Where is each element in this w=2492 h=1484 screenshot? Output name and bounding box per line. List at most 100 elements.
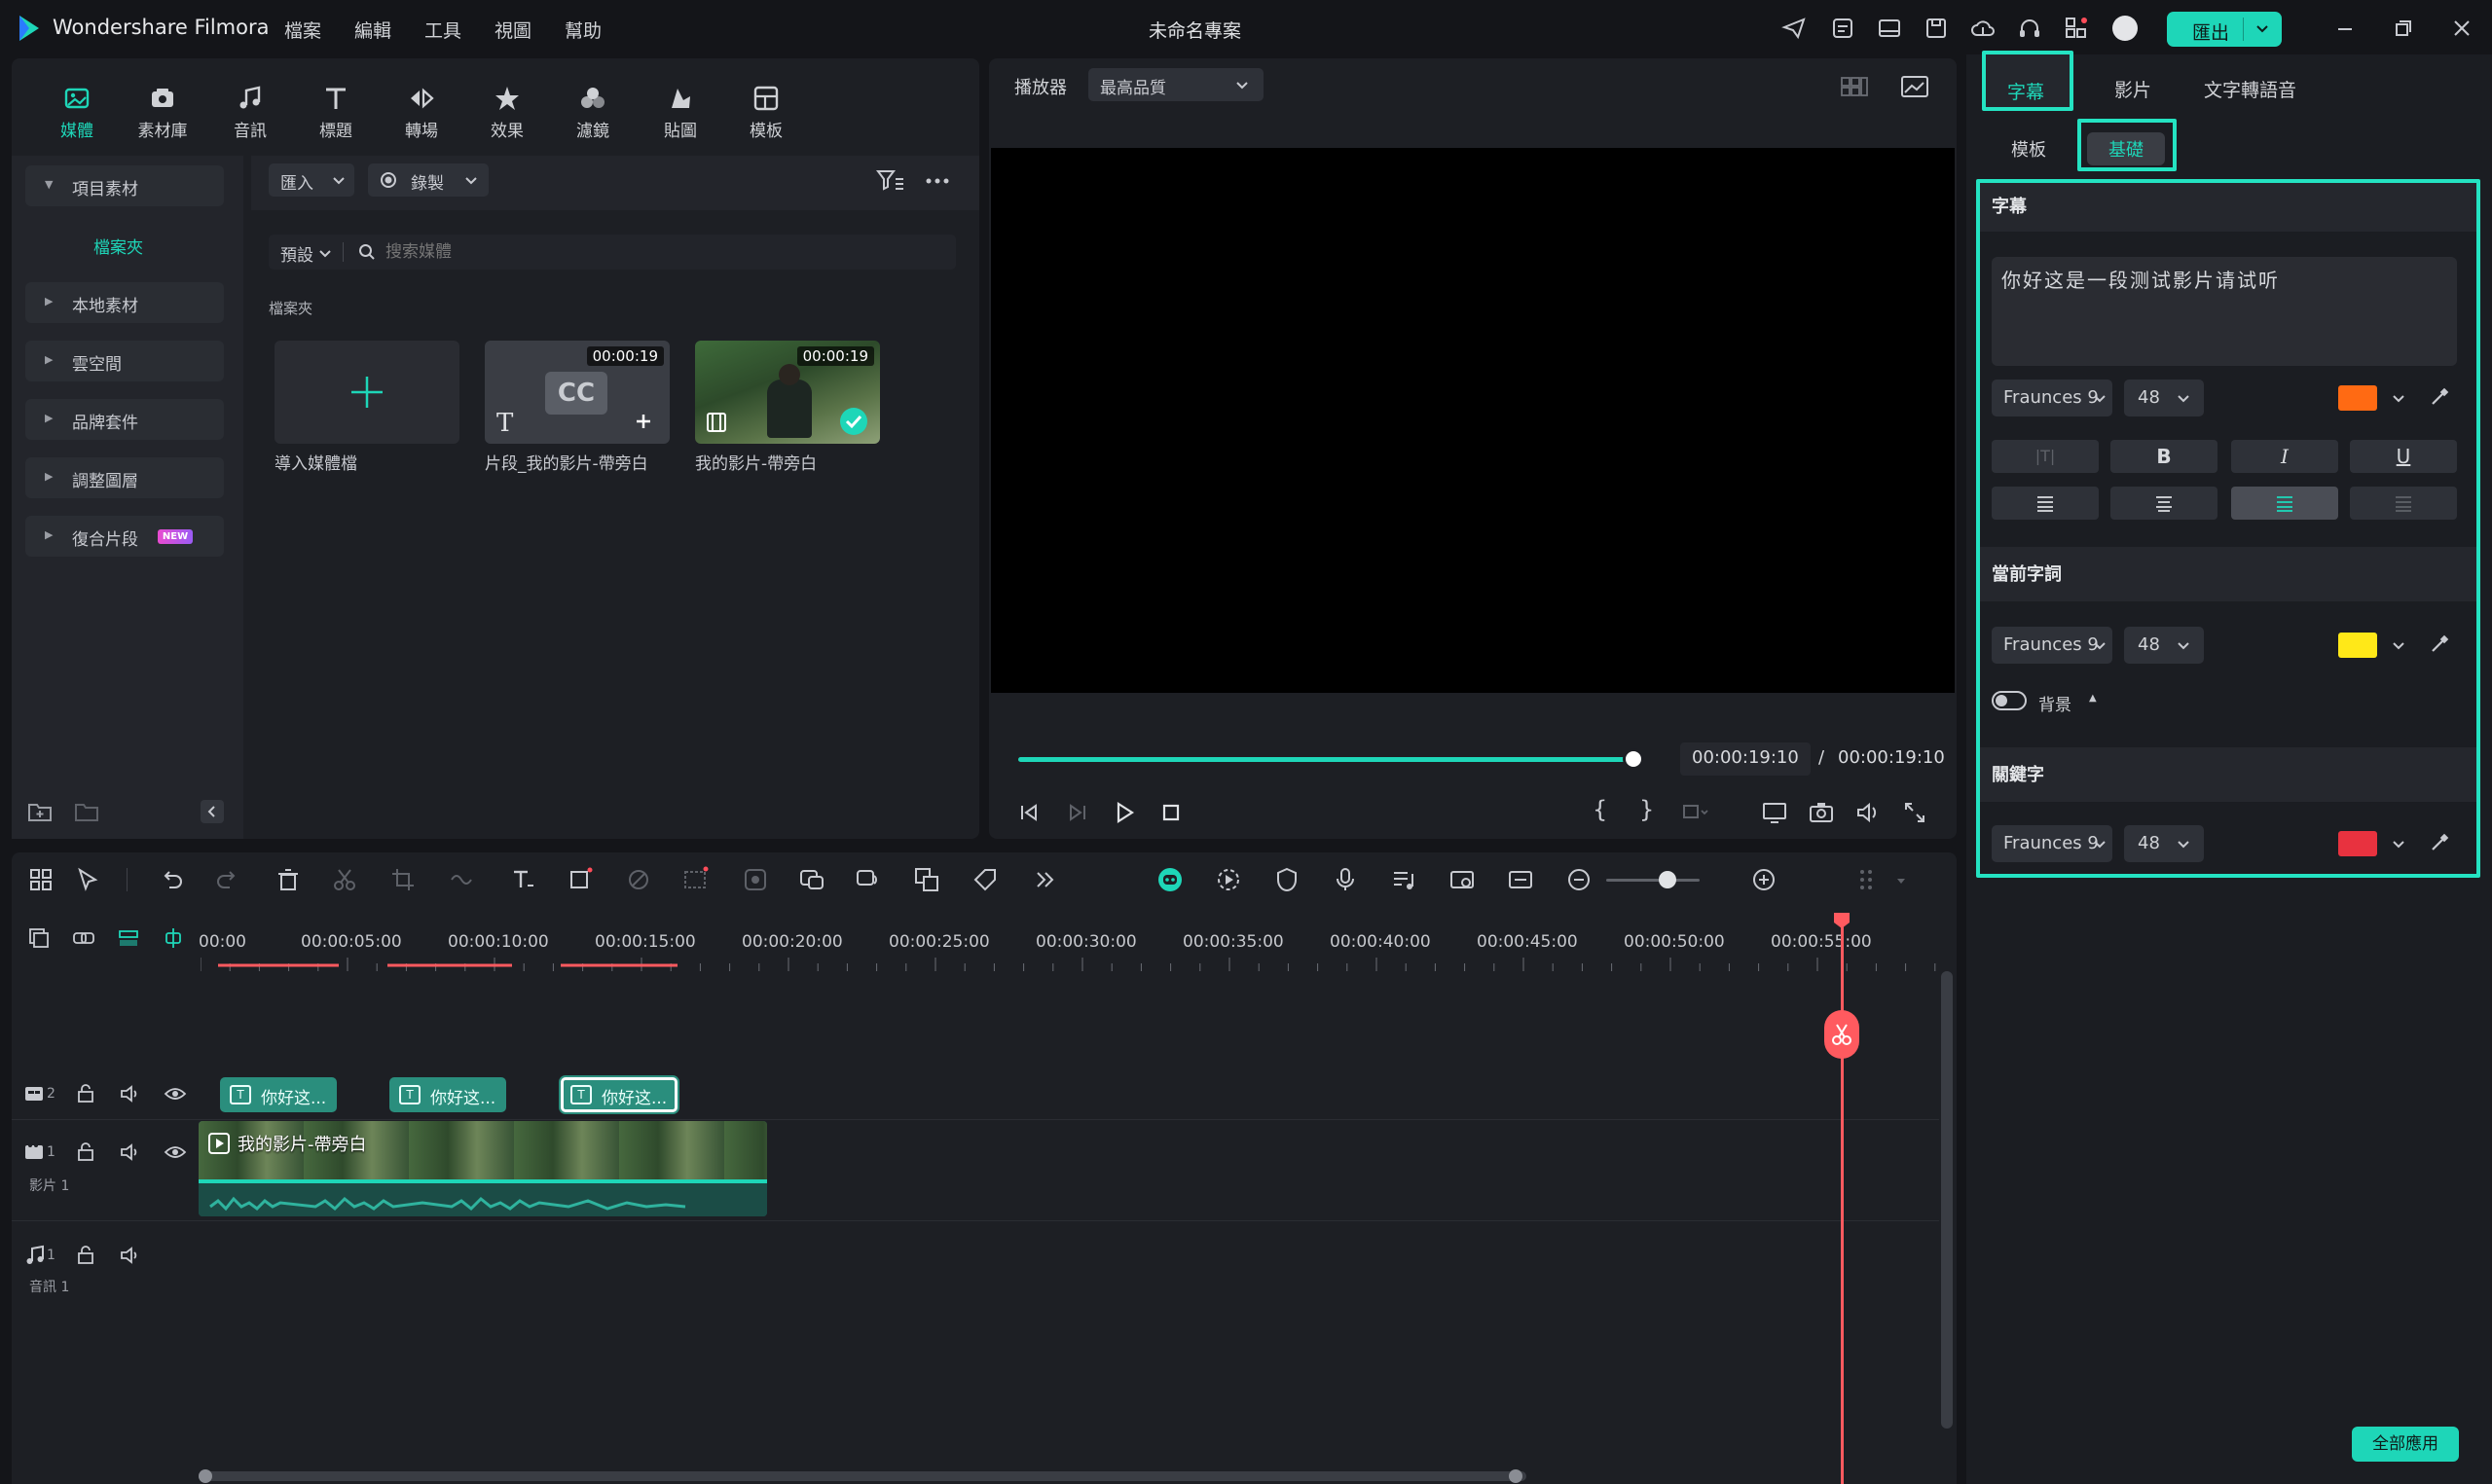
zoom-in-icon[interactable] (1750, 866, 1777, 893)
restore-icon[interactable] (2391, 16, 2416, 41)
magnet-snap-icon[interactable] (162, 926, 185, 950)
display-icon[interactable] (1760, 798, 1789, 827)
menu-view[interactable]: 視圖 (495, 17, 531, 43)
microphone-icon[interactable] (1332, 866, 1359, 893)
delete-icon[interactable] (275, 866, 302, 893)
subtitle-size-dropdown[interactable]: 48 (2124, 380, 2204, 416)
marker-shield-icon[interactable] (1273, 866, 1301, 893)
subtitle-clip[interactable]: T 你好这... (220, 1077, 337, 1112)
eyedropper-icon[interactable] (2428, 831, 2451, 854)
mute-icon[interactable] (119, 1244, 142, 1267)
menu-edit[interactable]: 編輯 (354, 17, 391, 43)
chevron-down-icon[interactable] (317, 244, 333, 262)
subtitle-clip[interactable]: T 你好这... (389, 1077, 506, 1112)
add-to-timeline-icon[interactable] (633, 411, 654, 432)
media-manage-icon[interactable] (1830, 16, 1855, 41)
sidebar-item-local[interactable]: ▶ 本地素材 (25, 282, 224, 323)
import-dropdown[interactable]: 匯入 (269, 163, 354, 197)
pip-replace-icon[interactable] (1448, 866, 1476, 893)
audio-track-icon[interactable] (1390, 866, 1417, 893)
lock-icon[interactable] (74, 1082, 97, 1105)
text-to-speech-icon[interactable] (855, 866, 882, 893)
current-word-color-swatch[interactable] (2338, 633, 2377, 658)
align-right-button[interactable] (2350, 487, 2457, 520)
lock-icon[interactable] (74, 1140, 97, 1164)
split-at-playhead-button[interactable] (1824, 1010, 1859, 1059)
auto-ripple-icon[interactable] (117, 926, 140, 950)
folder-icon[interactable] (74, 800, 99, 823)
grid-view-icon[interactable] (1840, 74, 1869, 99)
eyedropper-icon[interactable] (2428, 633, 2451, 656)
tab-stock[interactable]: 素材庫 (128, 84, 197, 146)
align-center-button[interactable] (2110, 487, 2217, 520)
next-frame-icon[interactable] (1063, 798, 1092, 827)
chevron-down-icon[interactable] (2391, 636, 2406, 654)
video-preview-screen[interactable] (991, 148, 1955, 693)
speech-to-text-icon[interactable] (798, 866, 825, 893)
add-track-icon[interactable] (27, 926, 51, 950)
add-text-icon[interactable] (508, 866, 535, 893)
layout-icon[interactable] (1877, 16, 1902, 41)
ai-copilot-icon[interactable] (1156, 866, 1184, 893)
zoom-slider-track[interactable] (1606, 879, 1700, 882)
camera-snapshot-icon[interactable] (1807, 798, 1836, 827)
apps-grid-icon[interactable] (2064, 16, 2089, 41)
quality-dropdown[interactable]: 最高品質 (1088, 68, 1264, 101)
video-clip[interactable]: 我的影片-帶旁白 (199, 1121, 767, 1216)
background-toggle[interactable] (1992, 691, 2027, 710)
tab-transitions[interactable]: 轉場 (387, 84, 456, 146)
translate-icon[interactable] (913, 866, 940, 893)
tab-text-to-speech[interactable]: 文字轉語音 (2204, 76, 2296, 102)
subtitle-clip-selected[interactable]: T 你好这... (561, 1077, 678, 1112)
split-scissors-icon[interactable] (331, 866, 358, 893)
stabilize-icon[interactable] (742, 866, 769, 893)
filter-sort-icon[interactable] (876, 167, 905, 193)
zoom-out-icon[interactable] (1565, 866, 1593, 893)
tab-subtitles[interactable]: 字幕 (1982, 51, 2073, 111)
bold-button[interactable]: B (2110, 440, 2217, 473)
subtitle-color-swatch[interactable] (2338, 385, 2377, 411)
sidebar-item-folder[interactable]: 檔案夾 (93, 234, 143, 258)
text-spacing-button[interactable]: |T| (1992, 440, 2099, 473)
sidebar-item-adjustment-layer[interactable]: ▶ 調整圖層 (25, 457, 224, 498)
sidebar-item-cloud[interactable]: ▶ 雲空間 (25, 341, 224, 381)
chevron-down-icon[interactable] (1894, 874, 1908, 887)
export-button[interactable]: 匯出 (2167, 12, 2282, 47)
keyword-size-dropdown[interactable]: 48 (2124, 825, 2204, 862)
caret-up-icon[interactable]: ▲ (2089, 693, 2097, 704)
sidebar-item-project-assets[interactable]: ▼ 項目素材 (25, 165, 224, 206)
dotted-frame-icon[interactable] (681, 866, 709, 893)
menu-file[interactable]: 檔案 (284, 17, 321, 43)
chevron-down-icon[interactable] (2391, 835, 2406, 852)
menu-tools[interactable]: 工具 (424, 17, 461, 43)
align-justify-button[interactable] (2231, 487, 2338, 520)
sidebar-item-compound-clip[interactable]: ▶ 復合片段 NEW (25, 516, 224, 557)
playhead-handle-icon[interactable] (1832, 911, 1851, 930)
track-view-options-icon[interactable] (1853, 866, 1881, 893)
sidebar-item-brand-kit[interactable]: ▶ 品牌套件 (25, 399, 224, 440)
tab-templates[interactable]: 模板 (732, 84, 800, 146)
minimize-icon[interactable] (2332, 16, 2358, 41)
zoom-slider-knob[interactable] (1659, 871, 1676, 888)
shape-mask-icon[interactable] (567, 866, 594, 893)
mark-in-icon[interactable]: { (1593, 796, 1607, 823)
current-time[interactable]: 00:00:19:10 (1680, 742, 1811, 776)
tab-audio[interactable]: 音訊 (216, 84, 284, 146)
align-left-button[interactable] (1992, 487, 2099, 520)
keyword-font-dropdown[interactable]: Fraunces 9 (1992, 825, 2112, 862)
media-search-input[interactable] (385, 238, 931, 266)
import-media-tile[interactable] (275, 341, 459, 444)
tab-media[interactable]: 媒體 (43, 84, 111, 146)
tab-titles[interactable]: 標題 (302, 84, 370, 146)
close-icon[interactable] (2449, 16, 2474, 41)
italic-button[interactable]: I (2231, 440, 2338, 473)
tab-video[interactable]: 影片 (2114, 76, 2151, 102)
play-icon[interactable] (1110, 798, 1139, 827)
chevron-down-icon[interactable] (2391, 389, 2406, 407)
send-feedback-icon[interactable] (1781, 16, 1807, 41)
collapse-sidebar-button[interactable] (201, 800, 224, 823)
tab-filters[interactable]: 濾鏡 (559, 84, 627, 146)
mark-out-icon[interactable]: } (1639, 796, 1654, 823)
stop-icon[interactable] (1156, 798, 1186, 827)
fullscreen-icon[interactable] (1900, 798, 1929, 827)
